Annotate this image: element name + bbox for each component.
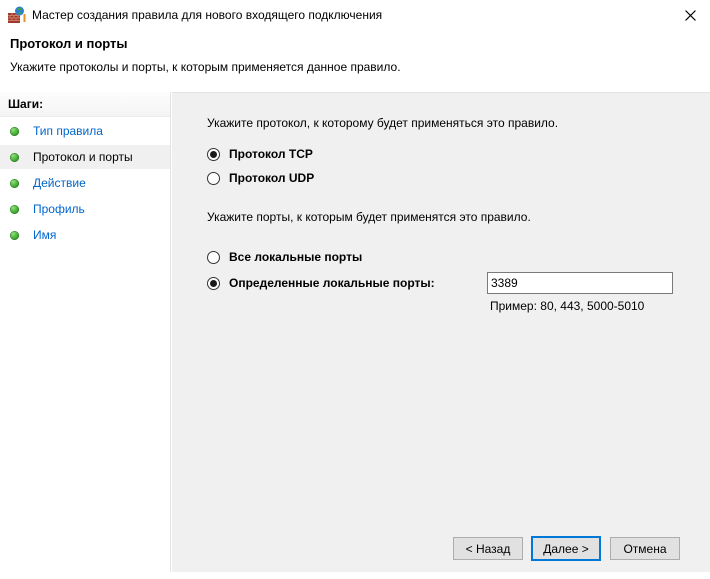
- ports-input[interactable]: [487, 272, 673, 294]
- step-bullet-icon: [10, 179, 19, 188]
- ports-example-hint: Пример: 80, 443, 5000-5010: [490, 299, 644, 313]
- steps-heading: Шаги:: [0, 92, 170, 117]
- protocol-instruction: Укажите протокол, к которому будет приме…: [207, 116, 558, 130]
- titlebar: Мастер создания правила для нового входя…: [0, 0, 710, 30]
- radio-row-specific-ports[interactable]: Определенные локальные порты:: [207, 276, 435, 290]
- step-bullet-icon: [10, 153, 19, 162]
- close-icon: [685, 10, 696, 21]
- back-button[interactable]: < Назад: [453, 537, 523, 560]
- steps-sidebar: Шаги: Тип правила Протокол и порты Дейст…: [0, 92, 171, 572]
- sidebar-item-profile[interactable]: Профиль: [0, 197, 170, 221]
- bottom-strip: [0, 572, 710, 579]
- radio-row-tcp[interactable]: Протокол TCP: [207, 147, 313, 161]
- cancel-button[interactable]: Отмена: [610, 537, 680, 560]
- step-bullet-icon: [10, 127, 19, 136]
- step-bullet-icon: [10, 205, 19, 214]
- radio-udp-label[interactable]: Протокол UDP: [229, 171, 314, 185]
- page-title: Протокол и порты: [10, 36, 128, 51]
- radio-udp[interactable]: [207, 172, 220, 185]
- sidebar-item-label: Действие: [33, 176, 86, 190]
- close-button[interactable]: [678, 4, 702, 26]
- radio-specific-local-ports[interactable]: [207, 277, 220, 290]
- sidebar-item-label: Профиль: [33, 202, 85, 216]
- step-bullet-icon: [10, 231, 19, 240]
- radio-tcp-label[interactable]: Протокол TCP: [229, 147, 313, 161]
- radio-all-ports-label[interactable]: Все локальные порты: [229, 250, 362, 264]
- page-subtitle: Укажите протоколы и порты, к которым при…: [10, 60, 401, 74]
- firewall-icon: [8, 6, 26, 24]
- sidebar-item-action[interactable]: Действие: [0, 171, 170, 195]
- main-panel: [172, 92, 710, 572]
- radio-row-udp[interactable]: Протокол UDP: [207, 171, 314, 185]
- radio-specific-ports-label[interactable]: Определенные локальные порты:: [229, 276, 435, 290]
- radio-all-local-ports[interactable]: [207, 251, 220, 264]
- sidebar-item-label: Тип правила: [33, 124, 103, 138]
- radio-row-all-ports[interactable]: Все локальные порты: [207, 250, 362, 264]
- sidebar-item-label: Имя: [33, 228, 56, 242]
- sidebar-item-label: Протокол и порты: [33, 150, 133, 164]
- ports-instruction: Укажите порты, к которым будет применятс…: [207, 210, 531, 224]
- sidebar-item-name[interactable]: Имя: [0, 223, 170, 247]
- radio-tcp[interactable]: [207, 148, 220, 161]
- window-title: Мастер создания правила для нового входя…: [32, 8, 382, 22]
- sidebar-item-rule-type[interactable]: Тип правила: [0, 119, 170, 143]
- sidebar-item-protocol-ports[interactable]: Протокол и порты: [0, 145, 170, 169]
- next-button[interactable]: Далее >: [531, 536, 601, 561]
